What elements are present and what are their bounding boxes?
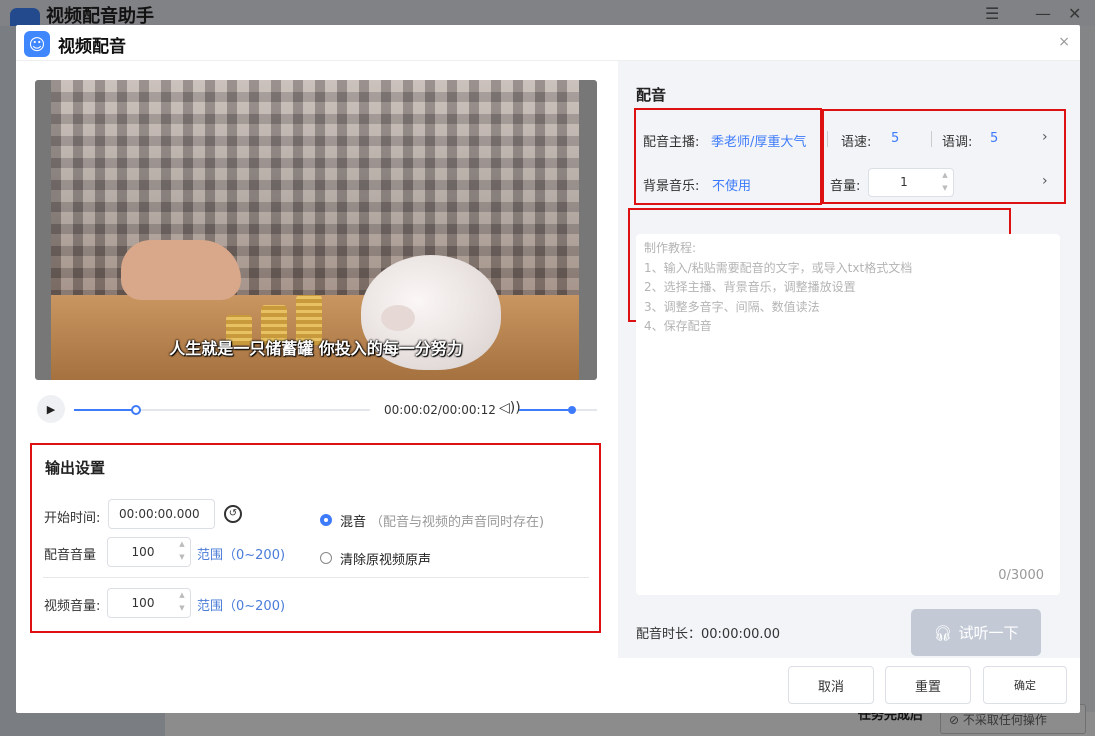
hand-image — [121, 240, 241, 300]
dubbing-panel: 配音 配音主播: 季老师/厚重大气 语速: 5 语调: 5 › 背景音乐: 不使… — [618, 61, 1080, 658]
clear-original-radio-label[interactable]: 清除原视频原声 — [340, 549, 431, 568]
tutorial-placeholder: 制作教程: 1、输入/粘贴需要配音的文字，或导入txt格式文档 2、选择主播、背… — [644, 239, 912, 337]
tutorial-line: 制作教程: — [644, 241, 697, 255]
dubbing-duration: 配音时长：00:00:00.00 — [636, 627, 781, 642]
dubbing-text-input[interactable]: 制作教程: 1、输入/粘贴需要配音的文字，或导入txt格式文档 2、选择主播、背… — [636, 234, 1060, 595]
output-divider — [43, 577, 589, 578]
video-progress-handle[interactable] — [131, 405, 142, 415]
video-volume-label: 视频音量: — [44, 599, 101, 614]
bgm-volume-stepper[interactable]: 1 ▲ ▼ — [868, 168, 954, 197]
video-volume-slider[interactable] — [519, 406, 597, 414]
tutorial-line: 3、调整多音字、间隔、数值读法 — [644, 299, 820, 314]
voice-settings-chevron-icon[interactable]: › — [1042, 129, 1048, 145]
pitch-value[interactable]: 5 — [990, 131, 998, 146]
dubbing-title: 配音 — [636, 86, 667, 104]
start-time-input[interactable]: 00:00:00.000 — [108, 499, 215, 529]
dub-volume-value: 100 — [131, 545, 155, 559]
bgm-volume-value: 1 — [900, 175, 908, 189]
video-volume-fill — [519, 409, 573, 411]
tutorial-line: 1、输入/粘贴需要配音的文字，或导入txt格式文档 — [644, 260, 913, 275]
dub-volume-label: 配音音量 — [44, 548, 97, 563]
separator — [827, 131, 828, 147]
output-settings-title: 输出设置 — [45, 459, 106, 477]
tutorial-line: 4、保存配音 — [644, 319, 712, 333]
confirm-button[interactable]: 确定 — [983, 666, 1067, 704]
stepper-arrows-icon[interactable]: ▲ ▼ — [174, 538, 190, 566]
bgm-volume-label: 音量: — [830, 179, 861, 194]
video-volume-handle[interactable] — [568, 406, 577, 414]
video-time: 00:00:02/00:00:12 — [384, 403, 496, 417]
play-button[interactable]: ▶ — [37, 395, 65, 423]
dub-volume-stepper[interactable]: 100 ▲ ▼ — [107, 537, 191, 567]
video-dubbing-dialog: ☺ 视频配音 × 人生就是一只储蓄罐 你投入的每一分努力 ▶ 00:00:02/… — [16, 25, 1080, 713]
video-progress-slider[interactable] — [74, 405, 370, 415]
pitch-label: 语调: — [942, 135, 973, 150]
bgm-select[interactable]: 不使用 — [712, 175, 751, 194]
video-progress-fill — [74, 409, 137, 411]
video-volume-range: 范围（0~200) — [197, 599, 286, 614]
speed-label: 语速: — [841, 135, 872, 150]
mix-radio[interactable] — [320, 514, 332, 526]
stepper-arrows-icon[interactable]: ▲ ▼ — [174, 589, 190, 617]
mix-radio-label[interactable]: 混音 — [340, 511, 366, 530]
cancel-button[interactable]: 取消 — [788, 666, 874, 704]
video-subtitle: 人生就是一只储蓄罐 你投入的每一分努力 — [169, 339, 463, 358]
preview-listen-button[interactable]: 🎧︎ 试听一下 — [911, 609, 1041, 656]
dialog-title: 视频配音 — [58, 37, 126, 57]
video-volume-stepper[interactable]: 100 ▲ ▼ — [107, 588, 191, 618]
dialog-header: ☺ 视频配音 × — [16, 25, 1080, 61]
time-reset-icon[interactable]: ↺ — [224, 505, 242, 523]
tutorial-line: 2、选择主播、背景音乐，调整播放设置 — [644, 280, 856, 294]
preview-listen-label: 试听一下 — [958, 624, 1019, 642]
piggy-nose-image — [381, 305, 415, 331]
reset-button[interactable]: 重置 — [885, 666, 971, 704]
bgm-label: 背景音乐: — [643, 179, 700, 194]
output-settings-panel: 输出设置 开始时间: 00:00:00.000 ↺ 混音 （配音与视频的声音同时… — [30, 443, 601, 633]
stepper-arrows-icon[interactable]: ▲ ▼ — [937, 169, 953, 197]
video-volume-value: 100 — [131, 596, 155, 610]
dub-volume-range: 范围（0~200) — [197, 548, 286, 563]
start-time-label: 开始时间: — [44, 511, 101, 526]
headphones-icon: 🎧︎ — [933, 623, 953, 642]
dialog-logo-icon: ☺ — [24, 31, 50, 57]
mix-radio-hint: （配音与视频的声音同时存在) — [370, 515, 545, 530]
dialog-close-button[interactable]: × — [1058, 34, 1070, 50]
separator — [931, 131, 932, 147]
anchor-label: 配音主播: — [643, 135, 700, 150]
speed-value[interactable]: 5 — [891, 131, 899, 146]
char-count: 0/3000 — [998, 568, 1044, 583]
video-preview[interactable]: 人生就是一只储蓄罐 你投入的每一分努力 — [35, 80, 597, 380]
anchor-select[interactable]: 季老师/厚重大气 — [711, 131, 806, 150]
clear-original-radio[interactable] — [320, 552, 332, 564]
bgm-settings-chevron-icon[interactable]: › — [1042, 173, 1048, 189]
volume-icon[interactable]: ◁)) — [499, 400, 521, 416]
